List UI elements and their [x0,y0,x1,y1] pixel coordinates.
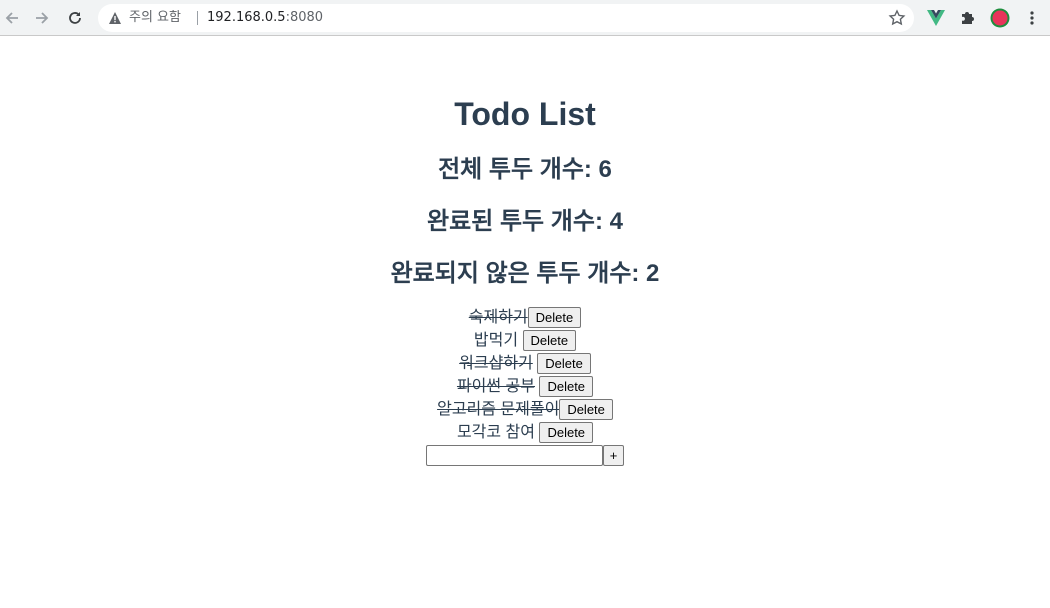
add-todo-button[interactable]: + [602,445,625,467]
done-count-heading: 완료된 투두 개수: 4 [427,208,623,235]
star-icon[interactable] [888,9,906,27]
address-bar[interactable]: 주의 요함 192.168.0.5:8080 [98,4,914,32]
reload-icon [69,12,81,24]
profile-icon [990,8,1010,28]
todo-item: 알고리즘 문제풀이 Delete [0,398,1050,421]
delete-button[interactable]: Delete [527,307,582,329]
omnibox-divider [197,11,198,25]
todo-text[interactable]: 밥먹기 [474,332,518,349]
vue-devtools-button[interactable] [926,8,946,28]
page-title: Todo List [454,96,596,132]
forward-icon [36,12,49,24]
extensions-icon [962,12,974,24]
url-host: 192.168.0.5 [207,10,286,25]
add-todo-row: + [0,444,1050,467]
todo-text[interactable]: 모각코 참여 [457,424,535,441]
back-button[interactable] [0,6,24,30]
url-port: :8080 [285,10,324,25]
warning-icon[interactable] [108,11,122,25]
delete-button[interactable]: Delete [537,353,591,375]
todo-text[interactable]: 워크샵하기 [459,355,533,372]
vue-devtools-icon [927,10,945,26]
browser-menu-button[interactable] [1022,8,1042,28]
todo-item: 워크샵하기 Delete [0,352,1050,375]
menu-icon [1030,11,1034,25]
todo-text[interactable]: 알고리즘 문제풀이 [437,401,559,418]
todo-item: 모각코 참여 Delete [0,421,1050,444]
todo-item: 숙제하기 Delete [0,306,1050,329]
undone-count-heading: 완료되지 않은 투두 개수: 2 [390,260,660,287]
total-count-heading: 전체 투두 개수: 6 [438,156,612,183]
todo-app: Todo List 전체 투두 개수: 6 완료된 투두 개수: 4 완료되지 … [0,36,1050,467]
back-icon [5,12,18,24]
todo-item: 밥먹기 Delete [0,329,1050,352]
extensions-button[interactable] [958,8,978,28]
delete-button[interactable]: Delete [539,422,594,444]
delete-button[interactable]: Delete [559,399,613,421]
reload-button[interactable] [63,6,87,30]
todo-item: 파이썬 공부 Delete [0,375,1050,398]
todo-list: 숙제하기 Delete 밥먹기 Delete 워크샵하기 Delete 파이썬 공… [0,306,1050,467]
url-text[interactable]: 192.168.0.5:8080 [207,9,323,27]
todo-text[interactable]: 파이썬 공부 [457,378,535,395]
todo-text[interactable]: 숙제하기 [469,309,528,326]
delete-button[interactable]: Delete [522,330,577,352]
profile-button[interactable] [990,8,1010,28]
delete-button[interactable]: Delete [539,376,594,398]
browser-toolbar: 주의 요함 192.168.0.5:8080 [0,0,1050,36]
new-todo-input[interactable] [425,445,603,467]
security-status-label[interactable]: 주의 요함 [129,9,181,27]
forward-button[interactable] [30,6,54,30]
